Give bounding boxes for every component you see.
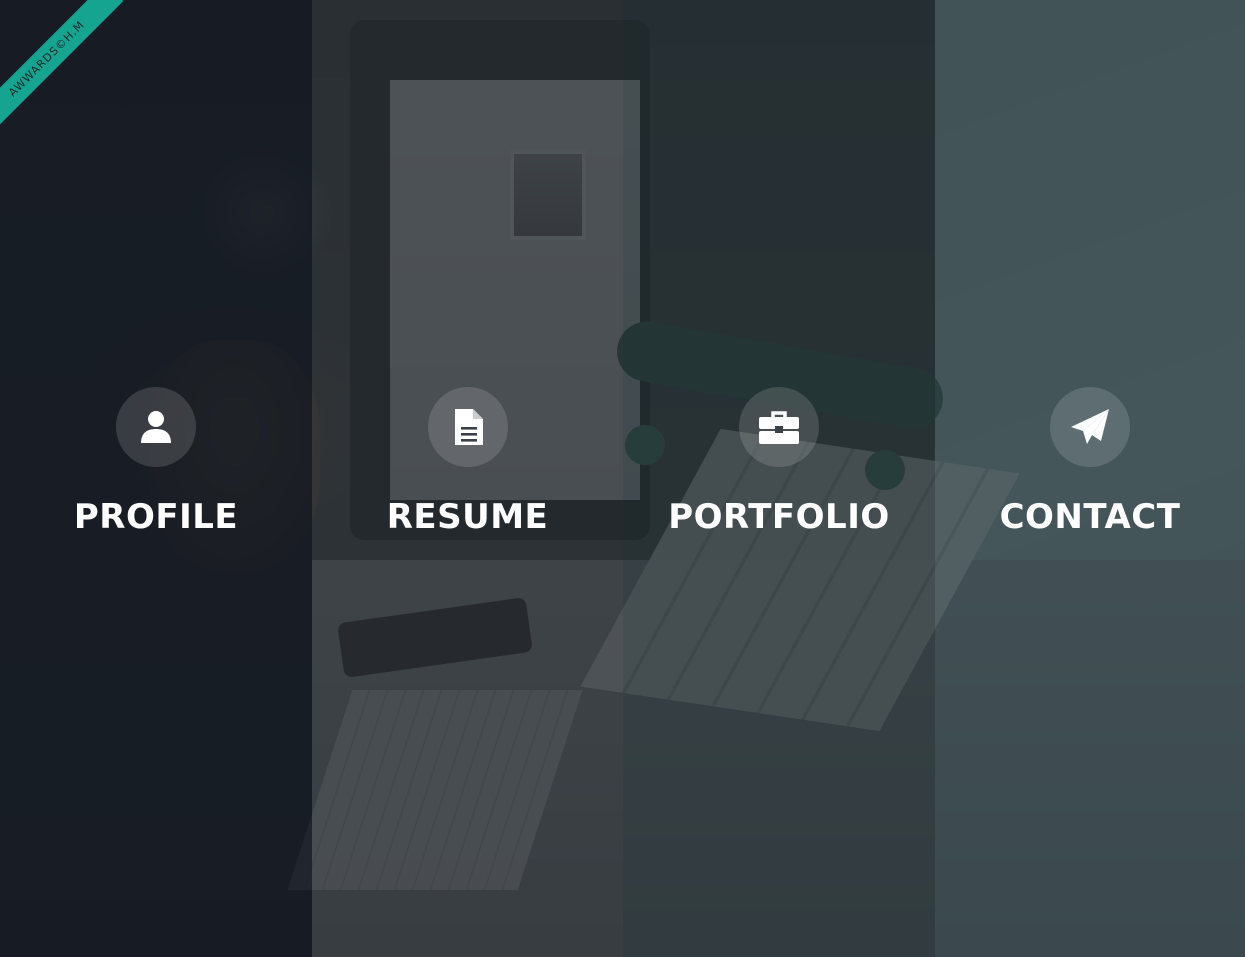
user-icon[interactable] [116, 387, 196, 467]
nav-column-contact[interactable]: CONTACT [935, 0, 1245, 957]
nav-item-contact[interactable]: CONTACT [935, 387, 1245, 539]
landing-page: PROFILE RESUME PORTFOLIO CONTACT AWWARDS… [0, 0, 1245, 957]
nav-column-portfolio[interactable]: PORTFOLIO [623, 0, 935, 957]
awards-ribbon-wrap: AWWARDS©H.M [0, 0, 140, 140]
awards-ribbon[interactable]: AWWARDS©H.M [0, 0, 124, 136]
paper-plane-icon[interactable] [1050, 387, 1130, 467]
document-icon[interactable] [427, 387, 508, 467]
briefcase-icon[interactable] [739, 387, 819, 467]
nav-label-resume[interactable]: RESUME [387, 495, 549, 539]
nav-item-resume[interactable]: RESUME [312, 387, 623, 539]
nav-item-profile[interactable]: PROFILE [0, 387, 312, 539]
nav-item-portfolio[interactable]: PORTFOLIO [623, 387, 935, 539]
nav-label-contact[interactable]: CONTACT [1000, 495, 1181, 539]
nav-label-portfolio[interactable]: PORTFOLIO [668, 495, 890, 539]
nav-label-profile[interactable]: PROFILE [74, 495, 238, 539]
nav-column-resume[interactable]: RESUME [312, 0, 623, 957]
nav-columns: PROFILE RESUME PORTFOLIO CONTACT [0, 0, 1245, 957]
nav-column-profile[interactable]: PROFILE [0, 0, 312, 957]
